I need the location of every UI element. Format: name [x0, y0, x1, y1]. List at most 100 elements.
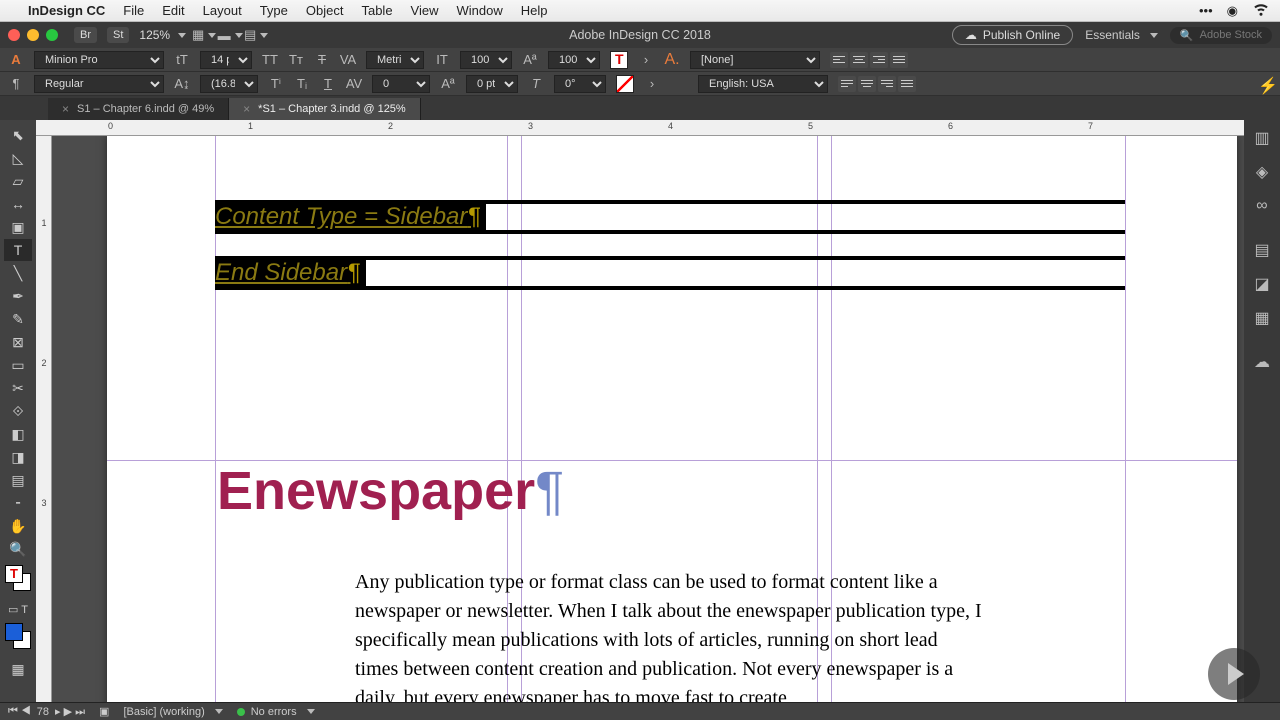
- layers-panel-icon[interactable]: ◈: [1251, 162, 1273, 182]
- menu-layout[interactable]: Layout: [203, 3, 242, 18]
- menu-view[interactable]: View: [411, 3, 439, 18]
- underline-icon[interactable]: T: [320, 76, 336, 92]
- vertical-ruler[interactable]: 1 2 3: [36, 136, 52, 702]
- justify-left-button[interactable]: [838, 76, 856, 92]
- menu-object[interactable]: Object: [306, 3, 344, 18]
- subscript-icon[interactable]: Tᵢ: [294, 76, 310, 92]
- justify-all-button[interactable]: [898, 76, 916, 92]
- skew-select[interactable]: 0°: [554, 75, 606, 93]
- baseline-select[interactable]: 0 pt: [466, 75, 518, 93]
- workspace-switcher[interactable]: Essentials: [1085, 28, 1158, 42]
- menu-table[interactable]: Table: [361, 3, 392, 18]
- menu-window[interactable]: Window: [457, 3, 503, 18]
- menu-edit[interactable]: Edit: [162, 3, 184, 18]
- content-collector-tool[interactable]: ▣: [4, 216, 32, 238]
- close-tab-icon[interactable]: ×: [62, 102, 69, 116]
- fill-stroke-colors[interactable]: T: [5, 565, 31, 591]
- apply-color-icon[interactable]: ▭ T: [4, 598, 32, 620]
- arrange-windows-icon[interactable]: ▤: [248, 27, 264, 43]
- stroke-color-swatch[interactable]: [616, 75, 634, 93]
- rectangle-frame-tool[interactable]: ⊠: [4, 331, 32, 353]
- free-transform-tool[interactable]: ⟐: [4, 400, 32, 422]
- allcaps-icon[interactable]: TT: [262, 52, 278, 68]
- menubar-dots-icon[interactable]: •••: [1199, 3, 1213, 18]
- font-size-select[interactable]: 14 pt: [200, 51, 252, 69]
- horizontal-ruler[interactable]: 0 1 2 3 4 5 6 7: [36, 120, 1244, 136]
- menubar-wifi-icon[interactable]: [1252, 2, 1270, 19]
- gradient-feather-tool[interactable]: ◨: [4, 446, 32, 468]
- vscale-select[interactable]: 100%: [460, 51, 512, 69]
- window-controls[interactable]: [8, 29, 58, 41]
- rectangle-tool[interactable]: ▭: [4, 354, 32, 376]
- justify-center-button[interactable]: [858, 76, 876, 92]
- app-menu[interactable]: InDesign CC: [28, 3, 105, 18]
- superscript-icon[interactable]: Tⁱ: [268, 76, 284, 92]
- gap-tool[interactable]: ↔: [4, 193, 32, 215]
- links-panel-icon[interactable]: ∞: [1251, 196, 1273, 216]
- gradient-tool[interactable]: ◧: [4, 423, 32, 445]
- view-options-icon[interactable]: ▦: [196, 27, 212, 43]
- view-mode-icon[interactable]: ▦: [4, 658, 32, 680]
- paragraph-mode-icon[interactable]: ¶: [8, 76, 24, 92]
- text-fill-color[interactable]: T: [5, 565, 23, 583]
- align-justify-button[interactable]: [890, 52, 908, 68]
- document-tab[interactable]: × S1 – Chapter 6.indd @ 49%: [48, 98, 229, 120]
- smallcaps-icon[interactable]: Tᴛ: [288, 52, 304, 68]
- sidebar-end-frame[interactable]: End Sidebar¶: [215, 256, 1125, 290]
- close-tab-icon[interactable]: ×: [243, 102, 250, 116]
- align-right-button[interactable]: [870, 52, 888, 68]
- pencil-tool[interactable]: ✎: [4, 308, 32, 330]
- pen-tool[interactable]: ✒: [4, 285, 32, 307]
- page-tool[interactable]: ▱: [4, 170, 32, 192]
- screen-mode-icon[interactable]: ▬: [222, 27, 238, 43]
- direct-selection-tool[interactable]: ◺: [4, 147, 32, 169]
- stock-button[interactable]: St: [107, 27, 129, 43]
- selection-tool[interactable]: ⬉: [4, 124, 32, 146]
- stroke-arrow-icon[interactable]: ›: [644, 76, 660, 92]
- quick-apply-icon[interactable]: ⚡: [1258, 76, 1278, 96]
- scissors-tool[interactable]: ✂: [4, 377, 32, 399]
- bridge-button[interactable]: Br: [74, 27, 97, 43]
- hand-tool[interactable]: ✋: [4, 515, 32, 537]
- document-tab[interactable]: × *S1 – Chapter 3.indd @ 125%: [229, 98, 421, 120]
- strikethrough-icon[interactable]: T: [314, 52, 330, 68]
- fill-color[interactable]: [5, 623, 23, 641]
- leading-select[interactable]: (16.8 pt): [200, 75, 258, 93]
- minimize-window-button[interactable]: [27, 29, 39, 41]
- color-panel-icon[interactable]: ◪: [1251, 274, 1273, 294]
- zoom-tool[interactable]: 🔍: [4, 538, 32, 560]
- preflight-profile[interactable]: [Basic] (working): [123, 706, 222, 718]
- menu-help[interactable]: Help: [521, 3, 548, 18]
- character-mode-icon[interactable]: A: [8, 52, 24, 68]
- publish-online-button[interactable]: ☁ Publish Online: [952, 25, 1073, 45]
- kerning-select[interactable]: Metrics: [366, 51, 424, 69]
- language-select[interactable]: English: USA: [698, 75, 828, 93]
- document-viewport[interactable]: Content Type = Sidebar¶ End Sidebar¶ Ene…: [52, 136, 1244, 702]
- align-left-button[interactable]: [830, 52, 848, 68]
- maximize-window-button[interactable]: [46, 29, 58, 41]
- menu-file[interactable]: File: [123, 3, 144, 18]
- open-panel-icon[interactable]: ▣: [99, 705, 109, 718]
- char-style-select[interactable]: [None]: [690, 51, 820, 69]
- menubar-sync-icon[interactable]: ◉: [1227, 3, 1238, 19]
- sidebar-start-frame[interactable]: Content Type = Sidebar¶: [215, 200, 1125, 234]
- adobe-stock-search[interactable]: 🔍 Adobe Stock: [1170, 27, 1272, 44]
- swatches-panel-icon[interactable]: ▦: [1251, 308, 1273, 328]
- close-window-button[interactable]: [8, 29, 20, 41]
- font-family-select[interactable]: Minion Pro: [34, 51, 164, 69]
- stroke-panel-icon[interactable]: ▤: [1251, 240, 1273, 260]
- zoom-level[interactable]: 125%: [139, 28, 186, 42]
- default-colors[interactable]: [5, 623, 31, 649]
- line-tool[interactable]: ╲: [4, 262, 32, 284]
- page-nav[interactable]: ⏮ ◀ 78 ▸ ▶ ⏭: [8, 705, 85, 719]
- swatch-arrow-icon[interactable]: ›: [638, 52, 654, 68]
- align-center-button[interactable]: [850, 52, 868, 68]
- note-tool[interactable]: ▤: [4, 469, 32, 491]
- preflight-status[interactable]: No errors: [237, 706, 315, 718]
- menu-type[interactable]: Type: [260, 3, 288, 18]
- cc-libraries-panel-icon[interactable]: ☁: [1251, 352, 1273, 372]
- font-style-select[interactable]: Regular: [34, 75, 164, 93]
- heading-text[interactable]: Enewspaper¶: [217, 460, 564, 522]
- tracking-select[interactable]: 0: [372, 75, 430, 93]
- justify-right-button[interactable]: [878, 76, 896, 92]
